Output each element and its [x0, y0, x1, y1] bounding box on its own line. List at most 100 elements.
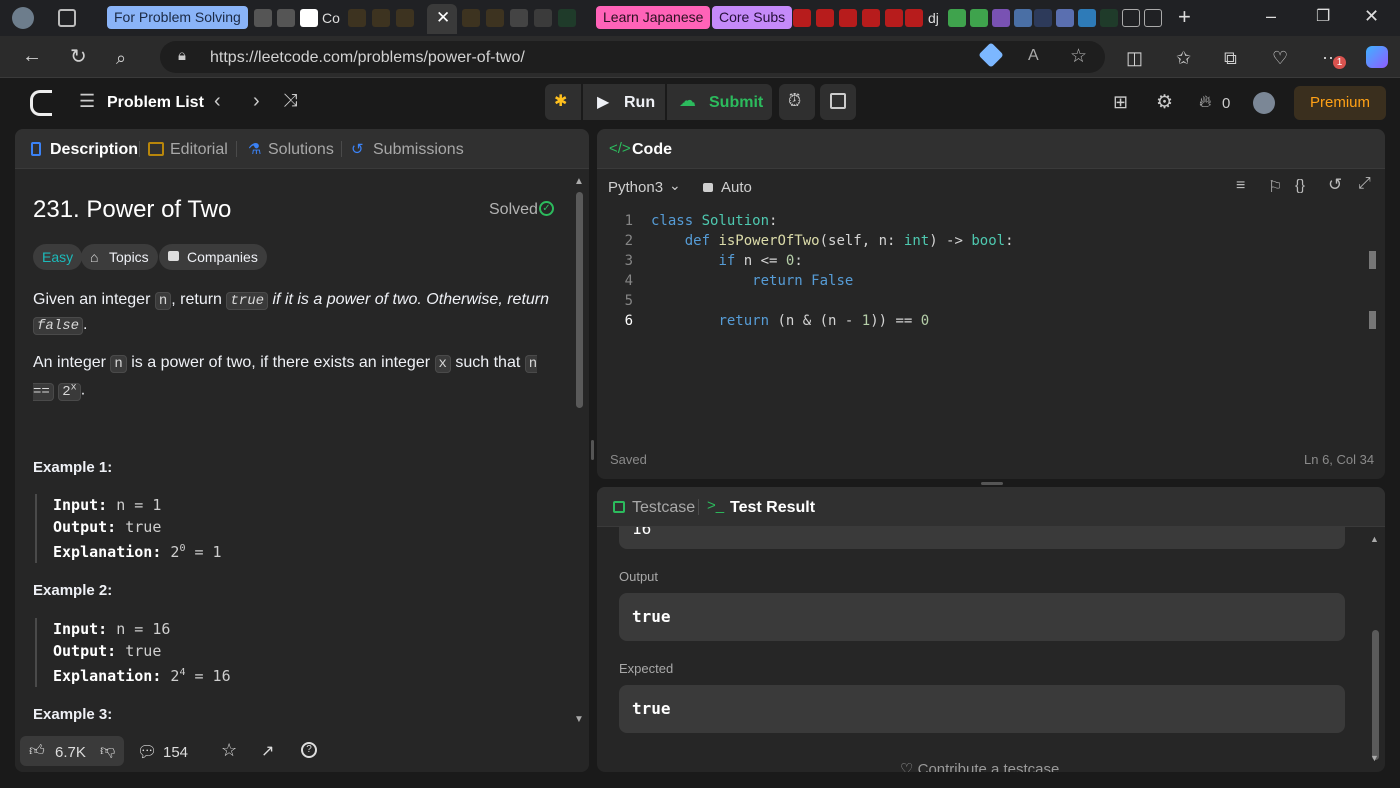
- next-problem-icon[interactable]: ›: [253, 90, 260, 113]
- profile-icon[interactable]: [12, 7, 34, 29]
- topics-chip[interactable]: ⌂ Topics: [81, 244, 158, 270]
- scroll-up-icon[interactable]: ▲: [574, 176, 584, 187]
- youtube-tab-icon[interactable]: [839, 9, 857, 27]
- medium-tab-icon[interactable]: [277, 9, 295, 27]
- refresh-icon[interactable]: ↻: [70, 44, 87, 69]
- medium-tab-icon[interactable]: [300, 9, 318, 27]
- code-editor[interactable]: 1 2 3 4 5 6 class Solution: def isPowerO…: [597, 209, 1385, 439]
- address-bar[interactable]: 🔒︎ https://leetcode.com/problems/power-o…: [160, 41, 1105, 73]
- code-line[interactable]: class Solution:: [651, 213, 777, 229]
- new-tab-icon[interactable]: +: [1178, 4, 1191, 30]
- tab-title[interactable]: dj: [928, 10, 939, 26]
- settings-icon[interactable]: ⚙: [1156, 91, 1173, 114]
- run-button[interactable]: ▶ Run: [583, 84, 665, 120]
- editor-scrollbar-thumb[interactable]: [1369, 311, 1376, 329]
- copilot-icon[interactable]: [1366, 46, 1388, 68]
- avatar[interactable]: [1253, 92, 1275, 114]
- site-tab-icon[interactable]: [510, 9, 528, 27]
- clover-tab-icon[interactable]: [970, 9, 988, 27]
- page-tab-icon[interactable]: [1122, 9, 1140, 27]
- collections-icon[interactable]: ⧉: [1224, 48, 1237, 69]
- health-icon[interactable]: ♡: [1272, 48, 1288, 69]
- scroll-up-icon[interactable]: ▲: [1370, 534, 1379, 544]
- contribute-testcase-link[interactable]: ♡ Contribute a testcase: [900, 760, 1059, 772]
- leetcode-logo-icon[interactable]: [30, 90, 52, 116]
- youtube-tab-icon[interactable]: [816, 9, 834, 27]
- streak-fire-icon[interactable]: 🔥︎: [1199, 92, 1211, 112]
- favorites-icon[interactable]: ✩: [1176, 48, 1191, 69]
- restore-icon[interactable]: ❐: [1316, 6, 1330, 26]
- premium-button[interactable]: Premium: [1294, 86, 1386, 120]
- api-tab-icon[interactable]: [1034, 9, 1052, 27]
- shuffle-icon[interactable]: ⤨: [283, 90, 297, 111]
- layout-icon[interactable]: ⊞: [1113, 92, 1128, 113]
- site-tab-icon[interactable]: [372, 9, 390, 27]
- tab-solutions[interactable]: Solutions: [268, 141, 334, 159]
- editor-scrollbar[interactable]: [1369, 251, 1376, 269]
- medium-tab-icon[interactable]: [254, 9, 272, 27]
- code-line[interactable]: if n <= 0:: [651, 253, 802, 269]
- thumbs-down-icon[interactable]: 👎︎: [100, 742, 115, 760]
- description-scrollbar[interactable]: [576, 192, 583, 408]
- code-line[interactable]: return False: [651, 273, 853, 289]
- comment-icon[interactable]: 💬︎: [137, 742, 157, 762]
- site-tab-icon[interactable]: [558, 9, 576, 27]
- site-tab-icon[interactable]: [1056, 9, 1074, 27]
- prev-problem-icon[interactable]: ‹: [214, 90, 221, 113]
- notes-button[interactable]: [820, 84, 856, 120]
- braces-icon[interactable]: {}: [1295, 177, 1305, 194]
- tab-description[interactable]: Description: [50, 141, 138, 159]
- search-icon[interactable]: ⌕: [116, 48, 126, 69]
- close-window-icon[interactable]: ✕: [1364, 6, 1379, 27]
- timer-button[interactable]: ⏰︎: [779, 84, 815, 120]
- tab-submissions[interactable]: Submissions: [373, 141, 464, 159]
- youtube-tab-icon[interactable]: [862, 9, 880, 27]
- vertical-splitter-handle[interactable]: [591, 440, 594, 460]
- help-icon[interactable]: ?: [301, 742, 317, 758]
- tab-group-core-subs[interactable]: Core Subs: [712, 6, 793, 29]
- site-tab-icon[interactable]: [348, 9, 366, 27]
- workspaces-icon[interactable]: [58, 9, 76, 27]
- scroll-down-icon[interactable]: ▼: [1370, 753, 1379, 763]
- tab-testcase[interactable]: Testcase: [632, 499, 695, 517]
- extension-tag-icon[interactable]: [978, 42, 1004, 68]
- like-count[interactable]: 6.7K: [55, 744, 86, 761]
- submit-button[interactable]: ☁ Submit: [667, 84, 772, 120]
- read-aloud-icon[interactable]: A: [1028, 47, 1039, 65]
- code-line[interactable]: def isPowerOfTwo(self, n: int) -> bool:: [651, 233, 1014, 249]
- back-icon[interactable]: ←: [22, 45, 42, 68]
- autocomplete-mode[interactable]: Auto: [721, 179, 752, 196]
- close-tab-icon[interactable]: ✕: [436, 8, 450, 28]
- bookmark-icon[interactable]: ⚐: [1268, 177, 1282, 197]
- site-tab-icon[interactable]: [1078, 9, 1096, 27]
- site-tab-icon[interactable]: [534, 9, 552, 27]
- code-line[interactable]: return (n & (n - 1)) == 0: [651, 313, 929, 329]
- result-scrollbar[interactable]: [1372, 630, 1379, 760]
- site-tab-icon[interactable]: [1100, 9, 1118, 27]
- tab-test-result[interactable]: Test Result: [730, 499, 815, 517]
- site-tab-icon[interactable]: [1014, 9, 1032, 27]
- reset-icon[interactable]: ↺: [1328, 175, 1342, 195]
- language-select[interactable]: Python3: [608, 179, 663, 196]
- problem-list-link[interactable]: Problem List: [107, 94, 204, 112]
- thumbs-up-icon[interactable]: 👍︎: [29, 742, 45, 760]
- star-icon[interactable]: ☆: [221, 740, 237, 761]
- youtube-tab-icon[interactable]: [905, 9, 923, 27]
- site-tab-icon[interactable]: [396, 9, 414, 27]
- minimize-icon[interactable]: –: [1266, 6, 1276, 27]
- debug-button[interactable]: ✱: [545, 84, 581, 120]
- favorite-star-icon[interactable]: ☆: [1070, 45, 1087, 68]
- url-text[interactable]: https://leetcode.com/problems/power-of-t…: [210, 49, 525, 67]
- problem-list-icon[interactable]: ☰: [79, 91, 95, 112]
- share-icon[interactable]: ↗: [261, 741, 274, 761]
- scroll-down-icon[interactable]: ▼: [574, 714, 584, 725]
- horizontal-splitter-handle[interactable]: [981, 482, 1003, 485]
- site-tab-icon[interactable]: [486, 9, 504, 27]
- comment-count[interactable]: 154: [163, 744, 188, 761]
- tab-editorial[interactable]: Editorial: [170, 141, 228, 159]
- page-tab-icon[interactable]: [1144, 9, 1162, 27]
- fullscreen-icon[interactable]: ⤢: [1358, 175, 1371, 193]
- tab-group-problem-solving[interactable]: For Problem Solving: [107, 6, 248, 29]
- site-tab-icon[interactable]: [462, 9, 480, 27]
- chevron-down-icon[interactable]: ⌄: [669, 177, 681, 194]
